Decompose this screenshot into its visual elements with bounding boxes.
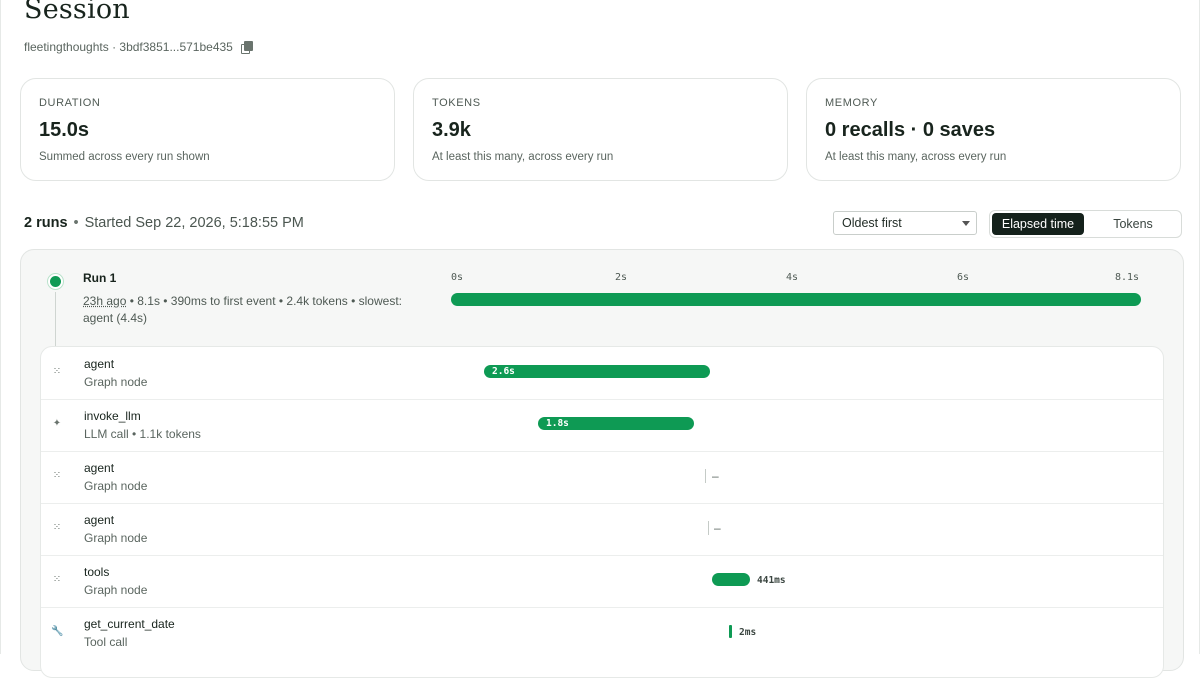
card-tokens: TOKENS 3.9k At least this many, across e…: [413, 78, 788, 181]
session-id-line: fleetingthoughts · 3bdf3851...571be435: [24, 40, 253, 54]
runs-count: 2 runs: [24, 215, 68, 231]
step-duration-bar: [712, 573, 750, 586]
toggle-tokens[interactable]: Tokens: [1088, 213, 1178, 235]
card-note: At least this many, across every run: [432, 151, 614, 163]
caret-down-icon: [962, 221, 970, 226]
step-row[interactable]: 🔧 get_current_date Tool call 2ms: [41, 607, 1163, 659]
run-ago: 23h ago: [83, 294, 127, 308]
tick-label: 2s: [615, 272, 628, 283]
run-title[interactable]: Run 1: [83, 271, 116, 285]
session-id: fleetingthoughts · 3bdf3851...571be435: [24, 40, 233, 54]
step-name: tools: [84, 565, 110, 579]
run-panel: Run 1 23h ago • 8.1s • 390ms to first ev…: [20, 249, 1184, 678]
step-duration-label: –: [712, 469, 719, 483]
tick-label: 8.1s: [1115, 272, 1140, 283]
instant-marker: [708, 521, 709, 535]
runs-started: Started Sep 22, 2026, 5:18:55 PM: [84, 215, 304, 231]
step-list: ⁙ agent Graph node 2.6s ✦ invoke_llm LLM…: [40, 346, 1164, 678]
step-kind: Graph node: [84, 375, 148, 389]
step-duration-bar: [729, 625, 732, 638]
run-meta-text: • 8.1s • 390ms to first event • 2.4k tok…: [83, 294, 402, 325]
run-status-icon: [50, 276, 61, 287]
step-name: invoke_llm: [84, 409, 141, 423]
page-title: Session: [24, 0, 130, 25]
toggle-elapsed-time[interactable]: Elapsed time: [992, 213, 1084, 235]
card-duration: DURATION 15.0s Summed across every run s…: [20, 78, 395, 181]
run-connector: [55, 292, 56, 350]
step-name: agent: [84, 513, 115, 527]
graph-node-icon: ⁙: [52, 574, 62, 585]
runs-summary: 2 runs • Started Sep 22, 2026, 5:18:55 PM: [24, 215, 304, 231]
step-kind: Tool call: [84, 635, 128, 649]
graph-node-icon: ⁙: [52, 522, 62, 533]
step-kind: Graph node: [84, 479, 148, 493]
card-memory: MEMORY 0 recalls · 0 saves At least this…: [806, 78, 1181, 181]
card-value: 15.0s: [39, 119, 90, 141]
step-kind: Graph node: [84, 531, 148, 545]
copy-icon[interactable]: [240, 41, 253, 54]
step-name: agent: [84, 357, 115, 371]
card-label: DURATION: [39, 97, 101, 109]
step-kind: LLM call • 1.1k tokens: [84, 427, 201, 441]
step-row[interactable]: ⁙ tools Graph node 441ms: [41, 555, 1163, 608]
step-row[interactable]: ✦ invoke_llm LLM call • 1.1k tokens 1.8s: [41, 399, 1163, 452]
tick-label: 4s: [786, 272, 799, 283]
timeline-axis: 0s 2s 4s 6s 8.1s: [451, 272, 1141, 286]
summary-cards: DURATION 15.0s Summed across every run s…: [20, 78, 1182, 181]
card-value: 3.9k: [432, 119, 471, 141]
step-row[interactable]: ⁙ agent Graph node –: [41, 503, 1163, 556]
wrench-icon: 🔧: [51, 626, 64, 637]
window-edge-left: [0, 0, 1, 654]
card-value: 0 recalls · 0 saves: [825, 119, 996, 141]
tick-label: 0s: [451, 272, 464, 283]
sort-select-value: Oldest first: [842, 216, 902, 230]
metric-toggle: Elapsed time Tokens: [989, 210, 1182, 238]
step-name: get_current_date: [84, 617, 175, 631]
tick-label: 6s: [957, 272, 970, 283]
step-kind: Graph node: [84, 583, 148, 597]
step-duration-bar: 1.8s: [538, 417, 694, 430]
step-name: agent: [84, 461, 115, 475]
run-meta: 23h ago • 8.1s • 390ms to first event • …: [83, 293, 433, 327]
instant-marker: [705, 469, 706, 483]
run-timeline-bar: [451, 293, 1141, 306]
step-row[interactable]: ⁙ agent Graph node 2.6s: [41, 347, 1163, 400]
card-note: At least this many, across every run: [825, 151, 1007, 163]
sort-select[interactable]: Oldest first: [833, 211, 977, 235]
step-duration-bar: 2.6s: [484, 365, 710, 378]
graph-node-icon: ⁙: [52, 470, 62, 481]
step-duration-label: 441ms: [757, 575, 786, 586]
step-duration-label: 2ms: [739, 627, 757, 638]
step-row[interactable]: ⁙ agent Graph node –: [41, 451, 1163, 504]
step-duration-label: –: [714, 521, 721, 535]
graph-node-icon: ⁙: [52, 366, 62, 377]
sparkle-icon: ✦: [52, 418, 62, 429]
card-label: TOKENS: [432, 97, 481, 109]
card-note: Summed across every run shown: [39, 151, 210, 163]
card-label: MEMORY: [825, 97, 878, 109]
